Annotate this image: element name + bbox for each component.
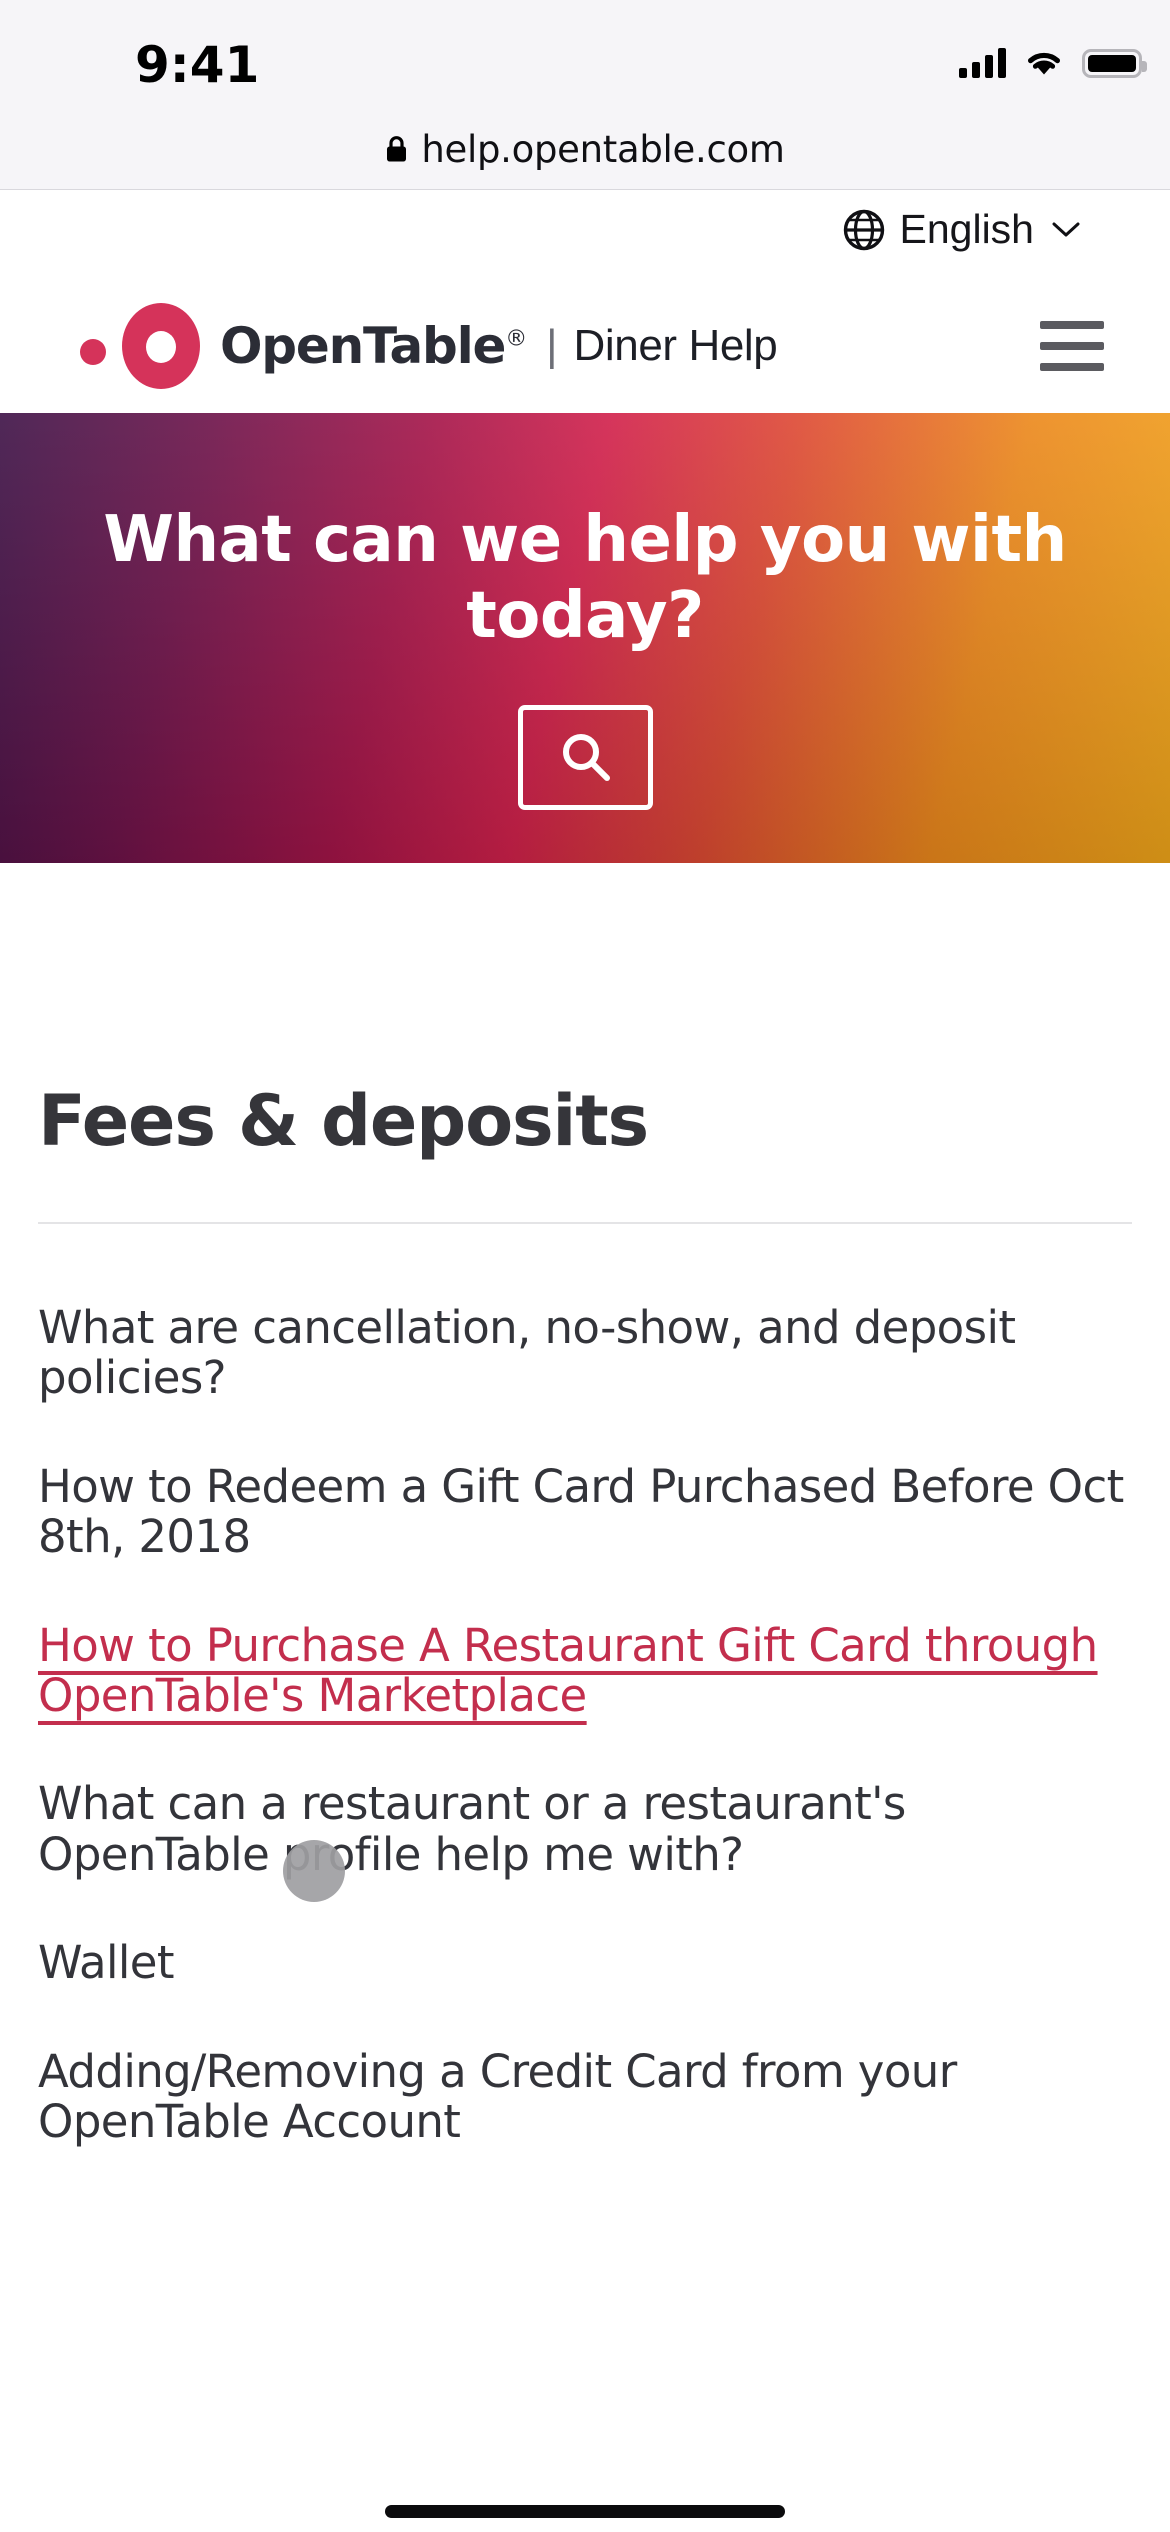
language-selector[interactable]: English [842,206,1080,253]
list-item[interactable]: Adding/Removing a Credit Card from your … [38,2046,1136,2148]
opentable-logo-icon [80,303,220,389]
globe-icon [843,209,884,250]
list-item[interactable]: What can a restaurant or a restaurant's … [38,1779,1136,1880]
url-text: help.opentable.com [421,127,785,171]
site-header: OpenTable® | Diner Help [0,277,1170,413]
brand-logo[interactable]: OpenTable® | Diner Help [80,303,778,389]
hamburger-menu-icon[interactable] [1040,321,1104,371]
sub-brand-text: Diner Help [573,321,778,370]
brand-separator: | [546,321,558,370]
language-bar: English [0,191,1170,277]
signal-bars-icon [959,48,1006,78]
language-label: English [899,206,1034,252]
page-title: Fees & deposits [38,1080,649,1162]
list-item[interactable]: What are cancellation, no-show, and depo… [38,1302,1136,1404]
list-item[interactable]: Wallet [38,1937,1136,1988]
battery-full-icon [1082,48,1147,78]
article-list: What are cancellation, no-show, and depo… [38,1302,1136,2205]
brand-name-text: OpenTable [220,317,506,375]
wifi-icon [1028,52,1060,75]
search-icon [562,733,610,781]
title-divider [38,1222,1132,1224]
registered-mark: ® [505,326,527,352]
browser-url-bar[interactable]: help.opentable.com [0,110,1170,188]
status-bar-indicators [959,48,1147,78]
browser-chrome: 9:41 help.opentable.com [0,0,1170,190]
lock-icon [387,136,407,162]
ios-status-bar: 9:41 [0,0,1170,110]
list-item[interactable]: How to Redeem a Gift Card Purchased Befo… [38,1461,1136,1563]
hero-title: What can we help you with today? [103,503,1067,653]
brand-wordmark: OpenTable® [220,321,527,371]
mobile-screen: 9:41 help.opentable.com English OpenTabl… [0,0,1170,2532]
status-bar-clock: 9:41 [135,36,260,94]
list-item[interactable]: How to Purchase A Restaurant Gift Card t… [38,1620,1136,1722]
chevron-down-icon [1052,222,1080,236]
hero-search-button[interactable] [518,705,653,810]
home-indicator [385,2505,785,2518]
